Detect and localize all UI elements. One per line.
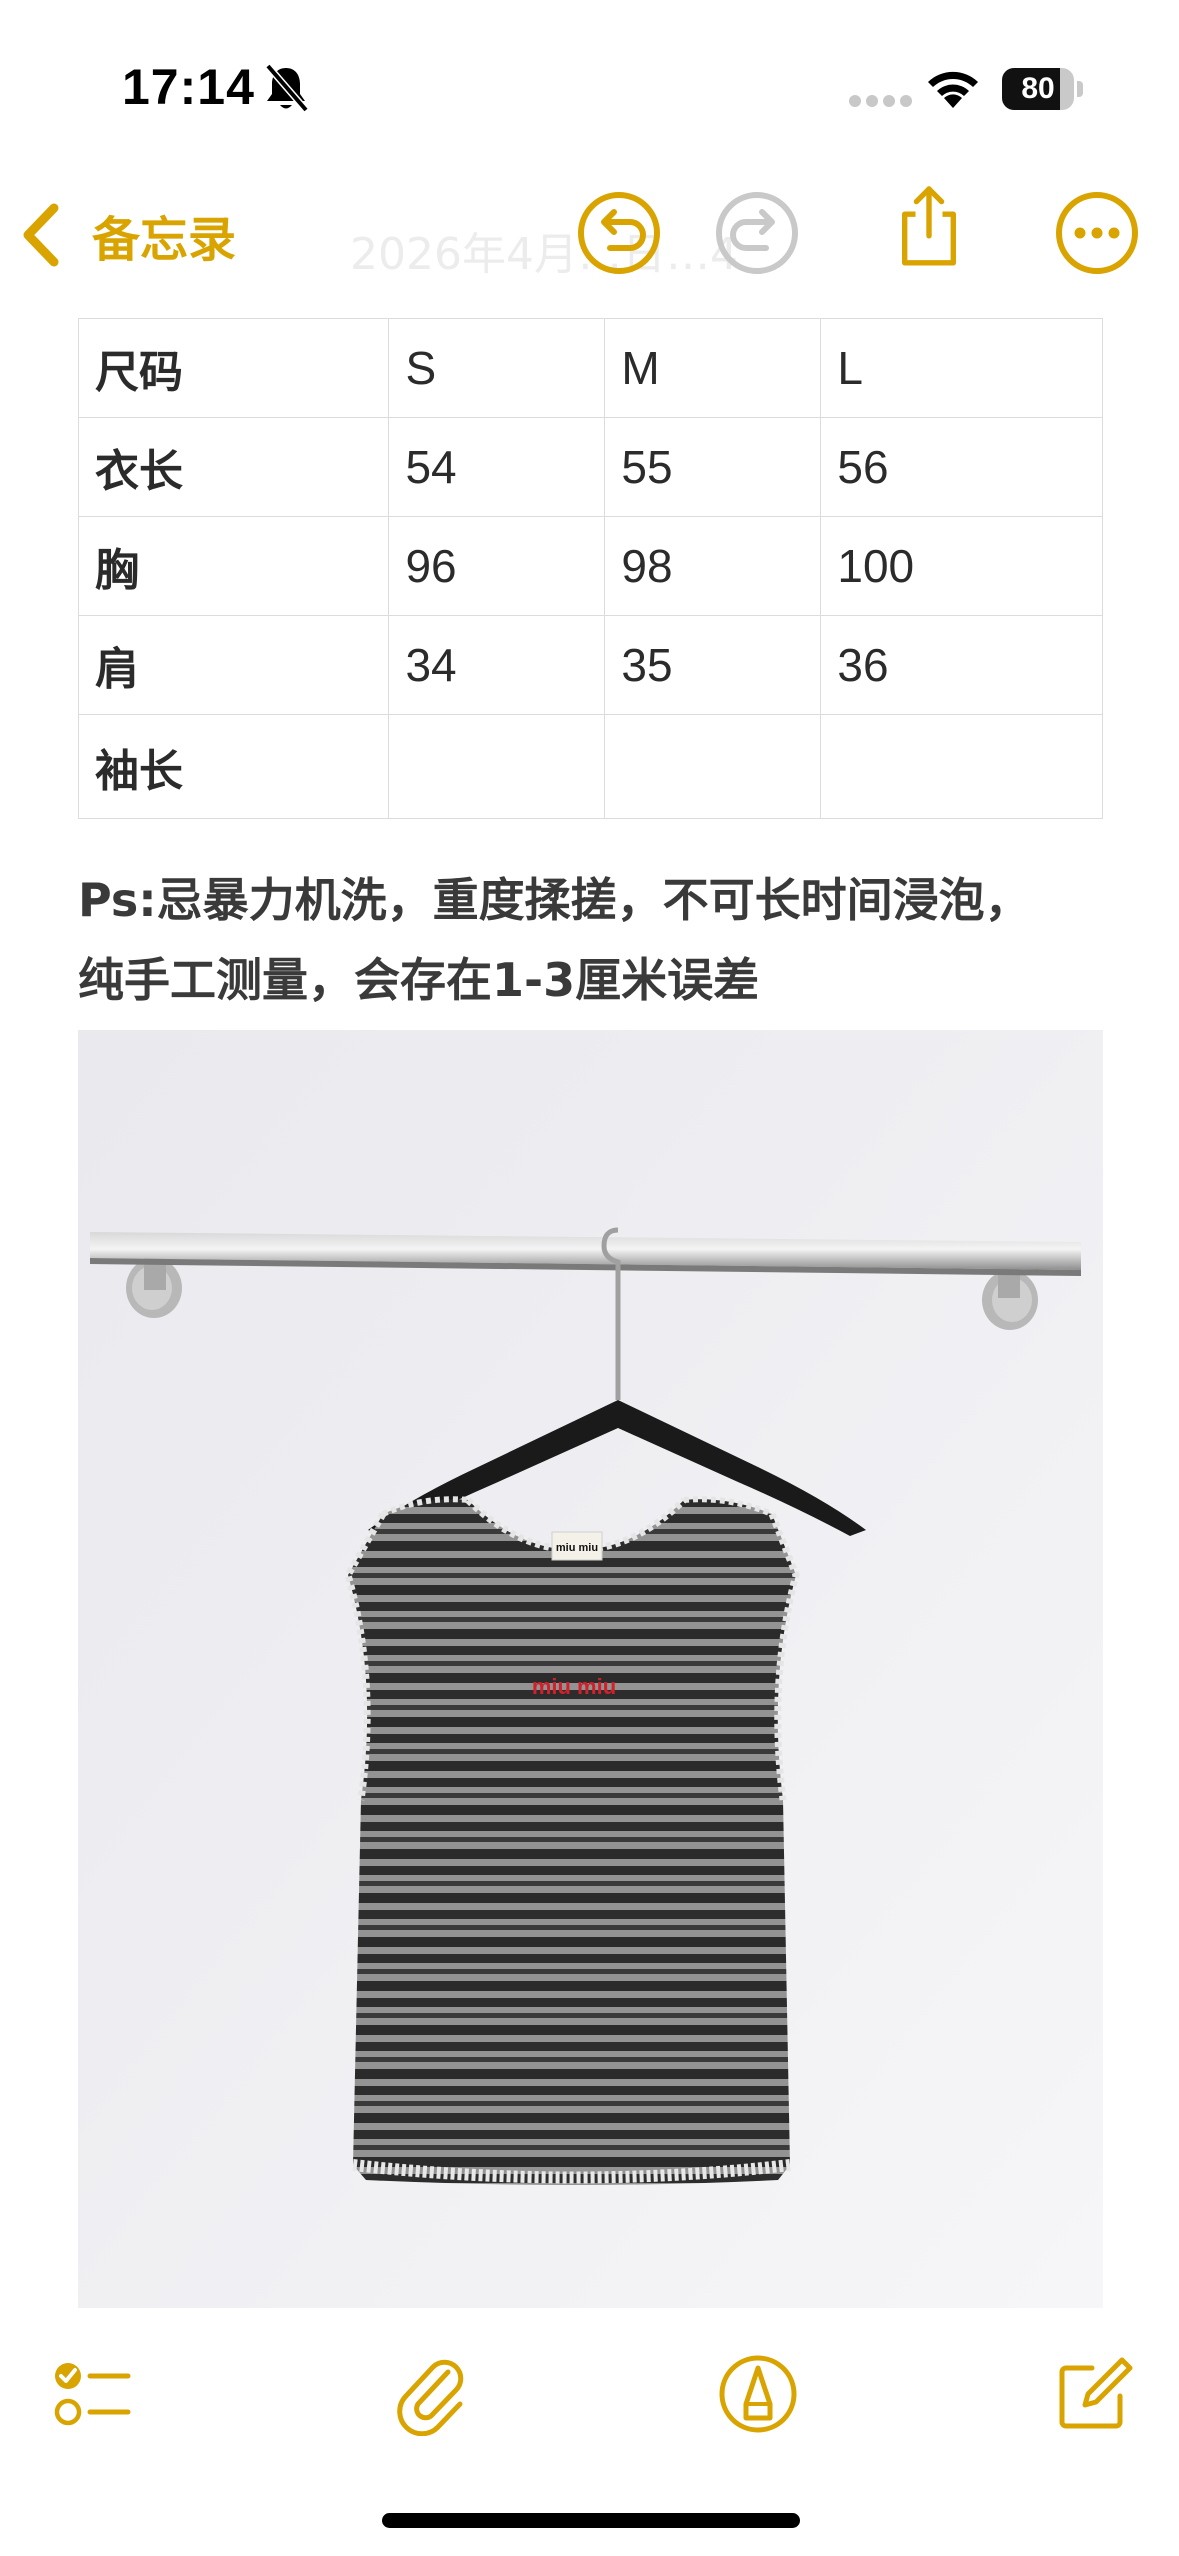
table-cell[interactable]: 肩 [77,615,390,715]
checklist-icon[interactable] [50,2352,134,2436]
table-cell[interactable]: 袖长 [77,714,390,819]
status-bar: 17:14 80 [0,0,1179,170]
table-cell[interactable]: 尺码 [77,318,390,418]
table-cell[interactable]: 衣长 [77,417,390,517]
table-cell[interactable]: 56 [820,417,1103,517]
table-row: 衣长 54 55 56 [77,417,1103,517]
table-cell[interactable] [388,714,606,819]
battery-indicator: 80 [1002,68,1083,110]
status-time: 17:14 [122,59,255,115]
table-cell[interactable]: 34 [388,615,606,715]
share-icon[interactable] [884,180,974,270]
paperclip-icon[interactable] [390,2352,474,2436]
note-title-faded: 2026年4月…日…4 [350,229,738,280]
table-cell[interactable]: 100 [820,516,1103,616]
battery-level: 80 [1021,72,1055,105]
wifi-icon [928,71,978,108]
note-body[interactable]: Ps:忌暴力机洗，重度揉搓，不可长时间浸泡， 纯手工测量，会存在1-3厘米误差 [78,860,1138,1020]
redo-icon[interactable] [712,188,802,278]
back-button[interactable]: 备忘录 [20,190,236,280]
table-cell[interactable]: 96 [388,516,606,616]
chevron-left-icon [23,203,59,267]
undo-icon[interactable] [574,188,664,278]
table-cell[interactable]: L [820,318,1103,418]
back-label: 备忘录 [92,212,237,268]
more-icon[interactable] [1052,188,1142,278]
home-indicator[interactable] [382,2513,800,2528]
table-cell[interactable]: 98 [604,516,822,616]
brand-logo-text: miu miu [532,1674,616,1699]
table-cell[interactable] [604,714,822,819]
bell-slash-icon [265,63,309,113]
table-cell[interactable]: 54 [388,417,606,517]
table-cell[interactable]: 胸 [77,516,390,616]
table-row: 肩 34 35 36 [77,615,1103,715]
table-cell[interactable]: S [388,318,606,418]
bottom-toolbar [0,2330,1179,2460]
table-row: 袖长 [77,714,1103,819]
table-cell[interactable]: 36 [820,615,1103,715]
note-line: 纯手工测量，会存在1-3厘米误差 [78,953,760,1007]
table-cell[interactable]: 35 [604,615,822,715]
tank-top-image: miu miu miu miu [78,1030,1103,2308]
table-row: 胸 96 98 100 [77,516,1103,616]
nav-bar: 备忘录 2026年4月…日…4 [0,170,1179,300]
table-cell[interactable]: M [604,318,822,418]
compose-icon[interactable] [1052,2352,1136,2436]
cellular-signal-icon [849,95,912,107]
product-photo[interactable]: miu miu miu miu [78,1030,1103,2308]
table-cell[interactable]: 55 [604,417,822,517]
markup-pen-icon[interactable] [716,2352,800,2436]
neck-label-text: miu miu [556,1542,598,1554]
table-row: 尺码 S M L [77,318,1103,418]
size-table: 尺码 S M L 衣长 54 55 56 胸 96 98 100 肩 34 35… [77,318,1103,819]
note-line: Ps:忌暴力机洗，重度揉搓，不可长时间浸泡， [78,873,1031,927]
table-cell[interactable] [820,714,1103,819]
